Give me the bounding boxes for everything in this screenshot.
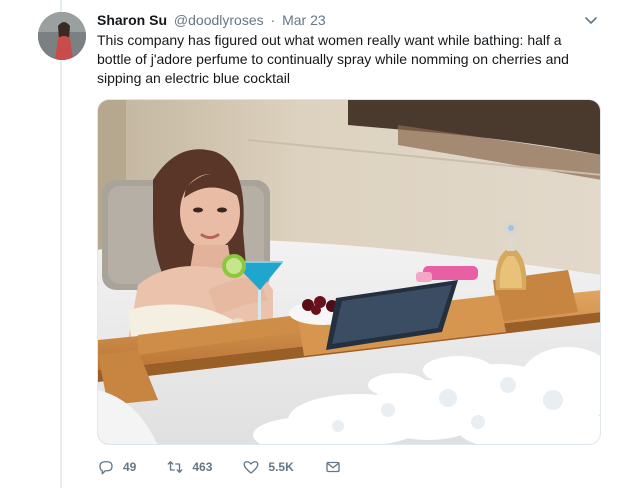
envelope-icon [326, 461, 340, 473]
retweet-count: 463 [192, 460, 213, 474]
retweet-button[interactable]: 463 [166, 458, 212, 476]
author-handle[interactable]: @doodlyroses [174, 12, 264, 28]
reply-button[interactable]: 49 [97, 458, 136, 476]
reply-icon [99, 461, 113, 475]
heart-icon [243, 461, 259, 474]
tweet-timestamp[interactable]: Mar 23 [282, 12, 326, 28]
like-count: 5.5K [268, 460, 294, 474]
avatar[interactable] [38, 12, 86, 60]
tweet-header: Sharon Su @doodlyroses · Mar 23 [97, 11, 326, 29]
chevron-down-icon[interactable] [583, 12, 599, 28]
author-name[interactable]: Sharon Su [97, 12, 167, 28]
tweet-text: This company has figured out what women … [97, 32, 569, 86]
tweet-photo[interactable] [97, 99, 601, 445]
reply-count: 49 [123, 460, 137, 474]
like-button[interactable]: 5.5K [242, 458, 294, 476]
direct-message-button[interactable] [324, 458, 350, 476]
tweet-actions: 49 463 5.5K [97, 456, 380, 478]
retweet-icon [167, 461, 183, 473]
separator-dot: · [270, 12, 276, 28]
tweet[interactable]: Sharon Su @doodlyroses · Mar 23 This com… [0, 0, 638, 488]
